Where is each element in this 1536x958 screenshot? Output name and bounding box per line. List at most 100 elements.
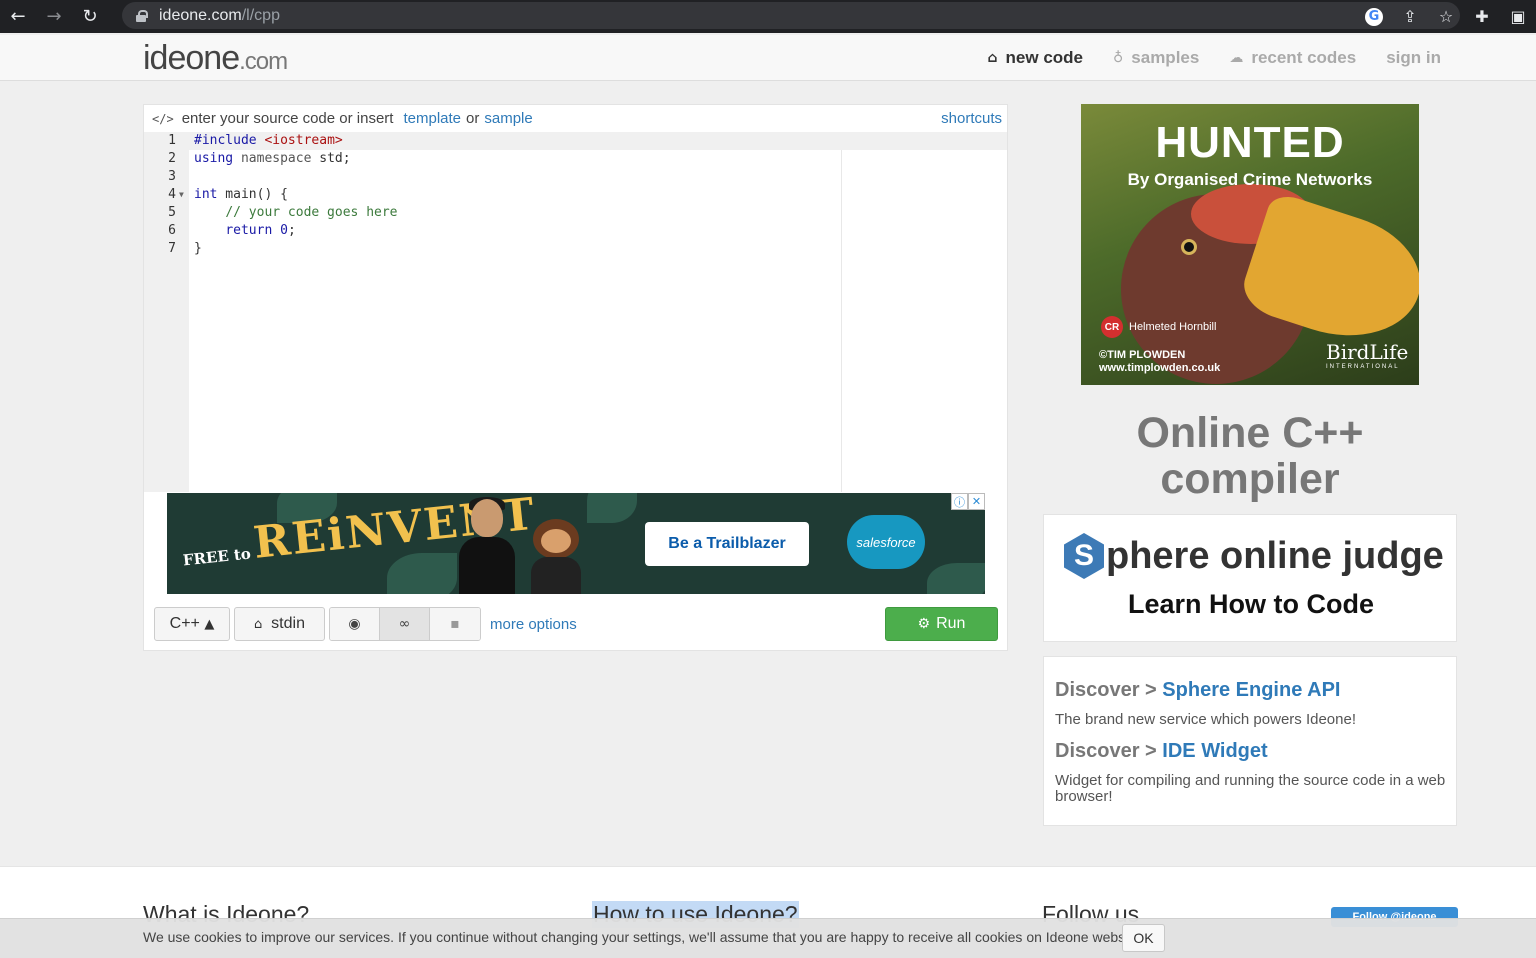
nav-sign-in-label: sign in [1386,48,1441,67]
nav-new-code-label: new code [1005,48,1084,67]
ideone-logo[interactable]: ideone.com [143,39,288,78]
share-icon[interactable]: ⇪ [1392,0,1428,33]
caret-up-icon: ▲ [204,616,215,632]
code-text: #include <iostream> [194,133,343,148]
bookmark-star-icon[interactable]: ☆ [1428,0,1464,33]
inbox-icon: ⌂ [254,616,263,632]
code-line[interactable]: 2 using namespace std; [144,150,1007,168]
discover-row: Discover > IDE Widget [1055,740,1268,763]
discover-description: Widget for compiling and running the sou… [1055,772,1446,805]
discover-prefix: Discover > [1055,679,1157,701]
cookie-bar: We use cookies to improve our services. … [0,918,1536,958]
ad-info-icon[interactable]: ⓘ [951,493,968,510]
cookie-text: We use cookies to improve our services. … [143,929,1144,945]
nav-samples-label: samples [1131,48,1200,67]
url-host: ideone.com [159,6,242,24]
back-arrow-icon[interactable]: ← [0,0,36,33]
language-select-button[interactable]: C++ ▲ [154,607,230,641]
cookie-ok-button[interactable]: OK [1122,924,1165,952]
ad-credit: ©TIM PLOWDEN www.timplowden.co.uk [1099,349,1221,374]
logo-suffix: .com [239,48,288,75]
google-account-icon[interactable]: G [1356,0,1392,33]
or-text: or [466,110,480,127]
language-label: C++ [169,615,200,632]
logo-main: ideone [143,39,240,77]
line-number: 1 [168,133,176,148]
ad-person-image [457,497,517,594]
editor-header: </> enter your source code or insert tem… [144,105,1007,132]
cloud-icon: ☁ [1229,50,1244,66]
run-label: Run [936,615,966,632]
code-line[interactable]: 6 return 0; [144,222,1007,240]
cr-badge: CR [1101,316,1123,338]
code-text: return 0; [225,223,296,238]
hornbill-eye [1181,239,1197,255]
ad-species: CR Helmeted Hornbill [1101,316,1216,338]
nav-sign-in[interactable]: sign in [1386,48,1441,68]
globe-icon[interactable]: ◉ [330,608,380,640]
line-number: 4 [168,187,176,202]
code-line[interactable]: 4 ▼ int main() { [144,186,1007,204]
spoj-tagline: Learn How to Code [1127,589,1374,619]
lightbulb-icon: ♁ [1113,50,1124,66]
code-text: // your code goes here [225,205,398,220]
editor-panel: </> enter your source code or insert tem… [143,104,1008,651]
site-nav: ⌂ new code ♁ samples ☁ recent codes sign in [958,35,1441,81]
nav-recent-codes[interactable]: ☁ recent codes [1229,48,1356,68]
code-line[interactable]: 3 [144,168,1007,186]
glasses-icon[interactable]: ∞ [380,608,430,640]
code-line[interactable]: 7 } [144,240,1007,258]
code-line[interactable]: 5 // your code goes here [144,204,1007,222]
reload-icon[interactable]: ↻ [72,0,108,33]
template-link[interactable]: template [403,110,461,127]
sample-link[interactable]: sample [484,110,532,127]
lock-icon [136,9,148,22]
sidebar-ad-image[interactable]: HUNTED By Organised Crime Networks CR Hel… [1081,104,1419,385]
stdin-button[interactable]: ⌂ stdin [234,607,325,641]
line-number: 7 [168,241,176,256]
run-button[interactable]: ⚙ Run [885,607,998,641]
code-editor[interactable]: 1 #include <iostream> 2 using namespace … [144,132,1007,492]
code-icon: </> [152,111,174,126]
nav-recent-codes-label: recent codes [1251,48,1357,67]
spoj-name: phere online judge [1106,534,1444,577]
side-panel-icon[interactable]: ▣ [1500,0,1536,33]
ad-subtitle: By Organised Crime Networks [1127,170,1373,189]
line-number: 5 [168,205,176,220]
fold-arrow-icon[interactable]: ▼ [179,186,184,204]
salesforce-logo: salesforce [847,515,925,569]
ad-title: HUNTED [1155,118,1345,167]
species-name: Helmeted Hornbill [1129,321,1217,333]
line-number: 2 [168,151,176,166]
banner-ad[interactable]: FREE toREiNVENT Be a Trailblazer salesfo… [167,493,985,594]
compiler-heading: Online C++ compiler [1136,409,1364,503]
sphere-engine-api-link[interactable]: Sphere Engine API [1162,679,1340,701]
birdlife-logo: BirdLife INTERNATIONAL [1326,340,1409,370]
address-bar[interactable]: ideone.com/l/cpp [122,2,1460,29]
site-header: ideone.com ⌂ new code ♁ samples ☁ recent co… [0,35,1536,81]
nav-samples[interactable]: ♁ samples [1113,48,1199,68]
line-number: 6 [168,223,176,238]
nav-new-code[interactable]: ⌂ new code [988,48,1084,68]
browser-toolbar: ← → ↻ ideone.com/l/cpp G ⇪ ☆ ✚ ▣ [0,0,1536,33]
code-text: int main() { [194,187,288,202]
lock-icon[interactable]: ▪ [430,608,480,640]
spoj-card[interactable]: S phere online judge Learn How to Code [1043,514,1457,642]
more-options-link[interactable]: more options [490,616,577,633]
ad-close-icon[interactable]: ✕ [968,493,985,510]
stdin-label: stdin [271,615,305,632]
trailblazer-cta-button[interactable]: Be a Trailblazer [645,522,809,566]
code-line[interactable]: 1 #include <iostream> [144,132,1007,150]
shortcuts-link[interactable]: shortcuts [941,110,1002,127]
editor-head-text: enter your source code or insert [181,110,394,127]
spoj-logo: S phere online judge [1064,533,1444,579]
discover-row: Discover > Sphere Engine API [1055,679,1340,702]
url-path: /l/cpp [241,6,280,24]
gears-icon: ⚙ [917,616,931,632]
extensions-puzzle-icon[interactable]: ✚ [1464,0,1500,33]
line-number: 3 [168,169,176,184]
ide-widget-link[interactable]: IDE Widget [1162,740,1267,762]
spoj-hex-icon: S [1064,533,1104,579]
forward-arrow-icon[interactable]: → [36,0,72,33]
visibility-toggle-group: ◉ ∞ ▪ [329,607,481,641]
